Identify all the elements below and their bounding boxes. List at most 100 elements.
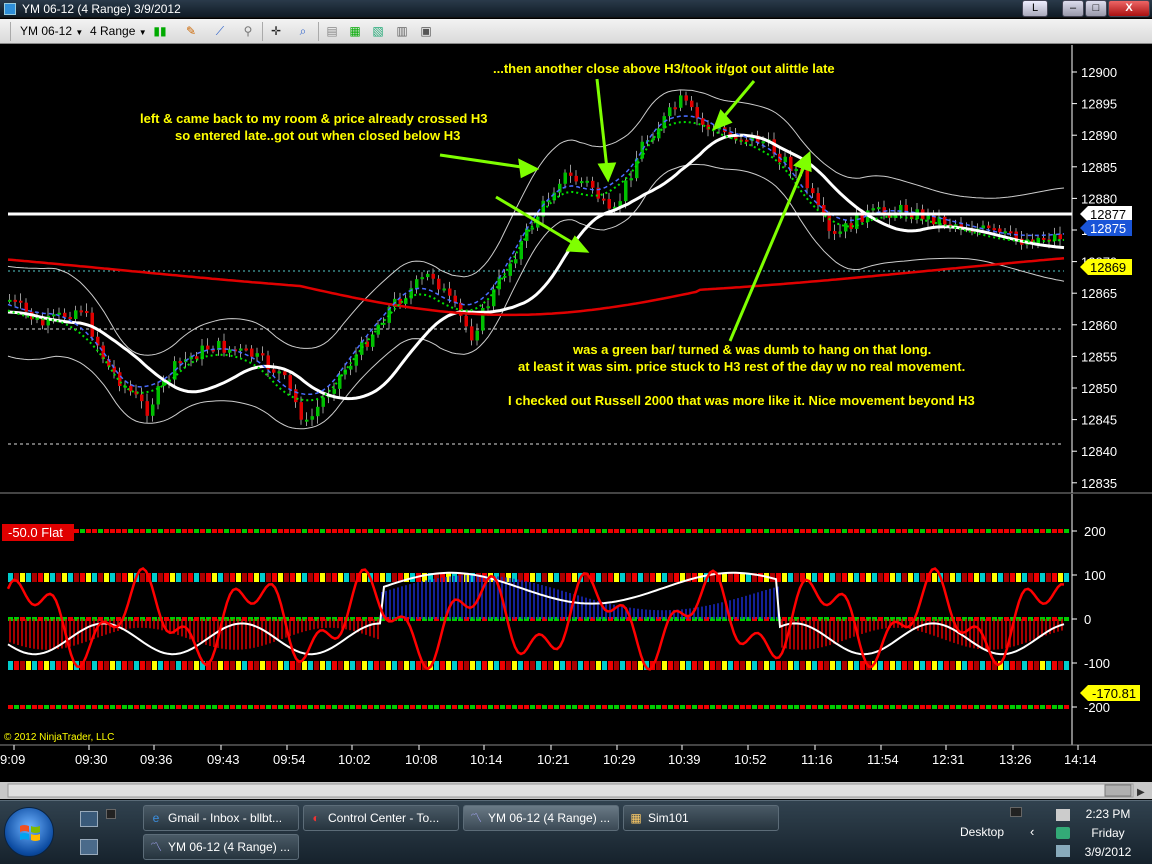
indicator-dot [524,529,529,533]
candlesticks [8,90,1062,427]
minimize-button[interactable]: – [1062,0,1084,17]
indicator-dot [728,529,733,533]
indicator-dot [872,705,877,709]
quicklaunch-expand-icon[interactable] [106,809,116,819]
instrument-selector[interactable]: YM 06-12 ▼ [20,23,83,40]
indicator-dot [134,661,139,670]
data-box-icon[interactable]: ▣ [418,23,434,39]
show-desktop-icon[interactable] [80,811,98,827]
indicator-dot [962,705,967,709]
taskbar-item-gmail[interactable]: e Gmail - Inbox - bllbt... [143,805,299,831]
indicator-dot [380,573,385,582]
properties-icon[interactable]: ▤ [324,23,340,39]
title-bar[interactable]: YM 06-12 (4 Range) 3/9/2012 L – □ X [0,0,1152,18]
indicator-dot [404,705,409,709]
indicator-dot [560,661,565,670]
indicator-dot [548,705,553,709]
indicator-dot [932,705,937,709]
indicator-dot [818,573,823,582]
interval-selector[interactable]: 4 Range ▼ [90,23,147,40]
strategies-icon[interactable]: ▧ [370,23,386,39]
indicator-dot [1028,705,1033,709]
indicator-dot [632,661,637,670]
indicator-dot [536,705,541,709]
candle-body [8,299,12,302]
indicator-dot [512,529,517,533]
switch-windows-icon[interactable] [80,839,98,855]
indicator-dot [650,529,655,533]
pin-icon[interactable]: ⚲ [240,23,256,39]
candle-body [426,273,430,278]
chart-icon: 〽 [469,811,482,825]
crosshair-icon[interactable]: ✛ [268,23,284,39]
annotation-note3-line1: was a green bar/ turned & was dumb to ha… [572,342,931,357]
taskbar-item-control-center[interactable]: ◐ Control Center - To... [303,805,459,831]
indicator-dot [230,661,235,670]
indicator-dot [644,705,649,709]
zoom-icon[interactable]: ⌕ [295,23,311,39]
taskbar-item-ym-chart-active[interactable]: 〽 YM 06-12 (4 Range) ... [463,805,619,831]
indicator-dot [782,661,787,670]
candle-body [987,225,991,229]
indicator-dot [530,705,535,709]
maximize-button[interactable]: □ [1085,0,1107,17]
indicator-dot [1034,661,1039,670]
show-hidden-icons-chevron-icon[interactable]: ‹ [1030,824,1034,839]
line-tool-icon[interactable]: ⟋ [212,23,228,39]
indicator-dot [80,705,85,709]
task-label: Control Center - To... [328,811,440,825]
system-clock[interactable]: 2:23 PM Friday 3/9/2012 [1072,805,1144,862]
indicator-dot [98,661,103,670]
chart-canvas[interactable]: 1290012895128901288512880128751287012865… [0,45,1152,800]
close-button[interactable]: X [1108,0,1150,17]
indicator-dot [44,661,49,670]
indicator-dot [290,661,295,670]
indicator-dot [14,661,19,670]
indicator-dot [20,573,25,582]
chart-trader-icon[interactable]: ▥ [394,23,410,39]
indicator-dot [296,529,301,533]
indicator-dot [818,705,823,709]
tray-small-icon[interactable] [1010,807,1022,817]
indicator-dot [284,705,289,709]
indicators-icon[interactable]: ▦ [347,23,363,39]
task-label: Sim101 [648,811,689,825]
time-axis-label: 09:43 [207,752,240,767]
indicator-dot [884,529,889,533]
indicator-dot [578,661,583,670]
volume-icon[interactable] [1056,845,1070,857]
ninjatrader-icon: ◐ [312,811,320,825]
pencil-draw-icon[interactable]: ✎ [183,23,199,39]
indicator-dot [746,705,751,709]
taskbar-item-sim101[interactable]: ▦ Sim101 [623,805,779,831]
indicator-dot [314,705,319,709]
scroll-right-icon[interactable]: ▶ [1137,787,1145,798]
indicator-dot [74,529,79,533]
indicator-dot [1064,705,1069,709]
indicator-dot [776,661,781,670]
indicator-dot [824,573,829,582]
indicator-dot [116,661,121,670]
indicator-dot [1040,661,1045,670]
indicator-dot [842,573,847,582]
indicator-dot [170,705,175,709]
indicator-dot [860,573,865,582]
link-button[interactable]: L [1022,0,1048,17]
indicator-dot [452,705,457,709]
action-center-flag-icon[interactable] [1056,827,1070,839]
indicator-dot [980,661,985,670]
scrollbar-thumb[interactable] [1104,784,1132,797]
indicator-dot [890,529,895,533]
taskbar-item-ym-chart[interactable]: 〽 YM 06-12 (4 Range) ... [143,834,299,860]
indicator-dot [980,529,985,533]
start-button[interactable] [4,807,54,857]
network-icon[interactable] [1056,809,1070,821]
price-axis-label: 12890 [1081,128,1117,143]
scrollbar-track[interactable] [7,783,1134,798]
indicator-dot [338,661,343,670]
desktop-toolbar-label[interactable]: Desktop [960,825,1004,839]
chart-toolbar: YM 06-12 ▼ 4 Range ▼ ▮▮ ✎ ⟋ ⚲ ✛ ⌕ ▤ ▦ ▧ … [0,19,1152,44]
bar-type-icon[interactable]: ▮▮ [152,23,168,39]
indicator-dot [8,661,13,670]
horizontal-scrollbar[interactable]: ▶ [0,782,1152,799]
